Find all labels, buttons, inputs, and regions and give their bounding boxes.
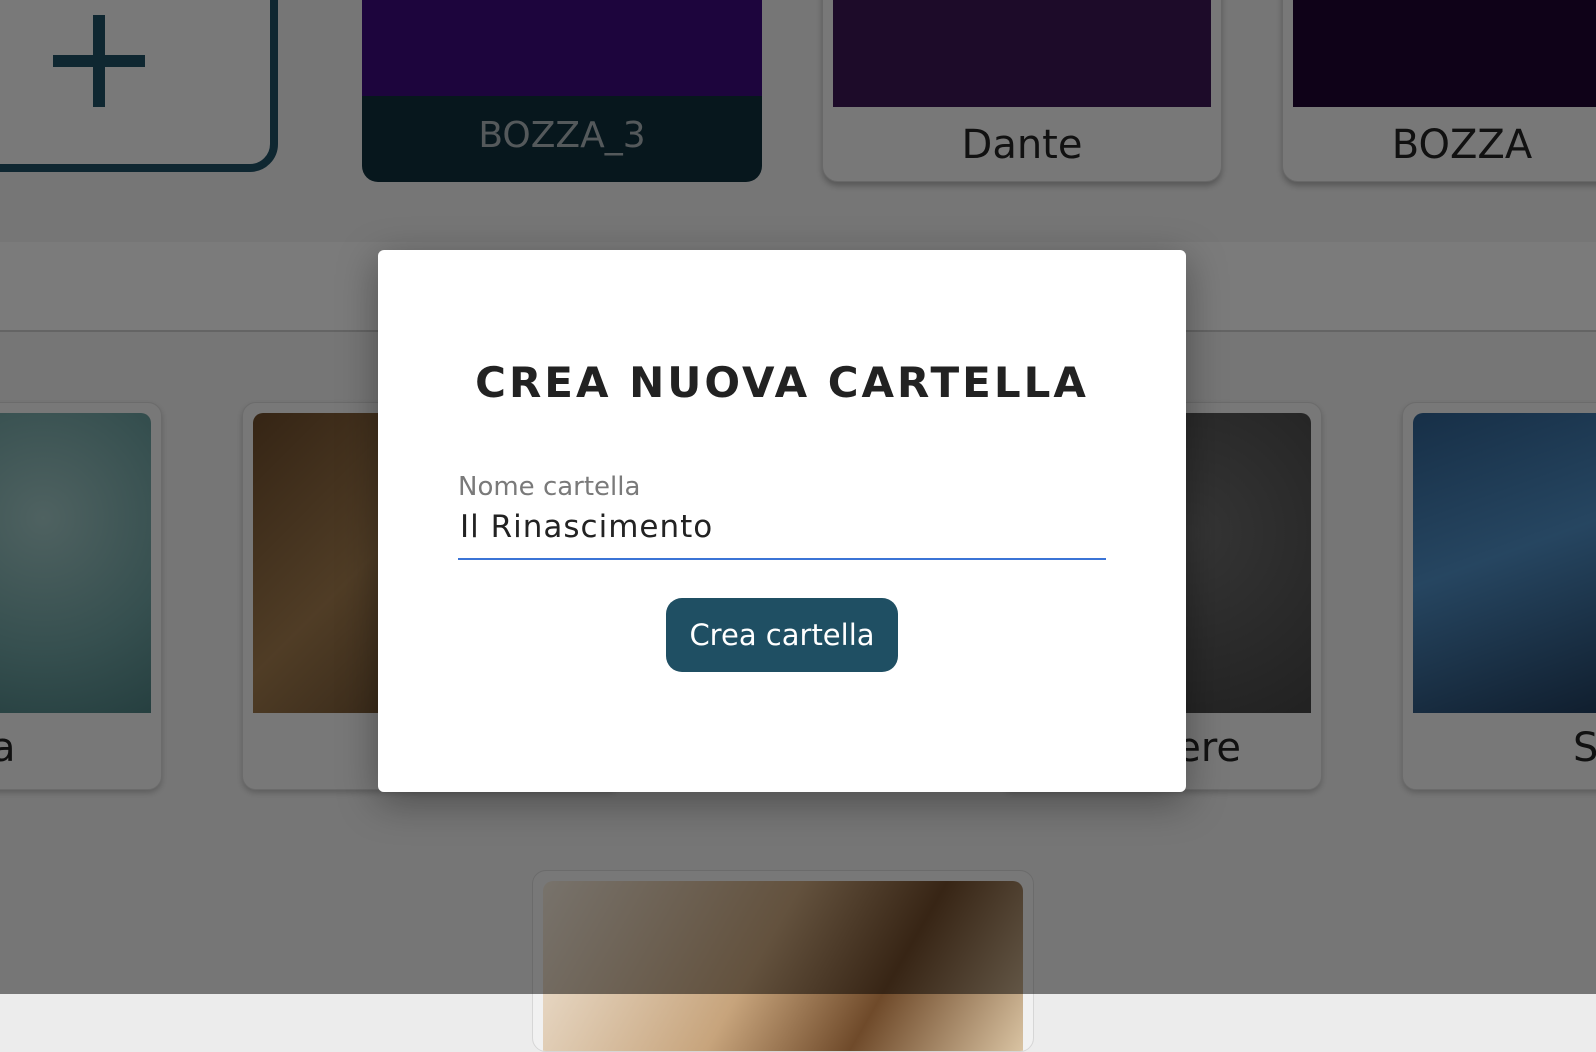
folder-name-field: Nome cartella [458, 472, 1106, 560]
dialog-title: CREA NUOVA CARTELLA [475, 358, 1089, 407]
folder-name-input[interactable] [458, 504, 1102, 550]
create-folder-button[interactable]: Crea cartella [666, 598, 898, 672]
folder-name-label: Nome cartella [458, 472, 641, 502]
create-folder-dialog: CREA NUOVA CARTELLA Nome cartella Crea c… [378, 250, 1186, 792]
